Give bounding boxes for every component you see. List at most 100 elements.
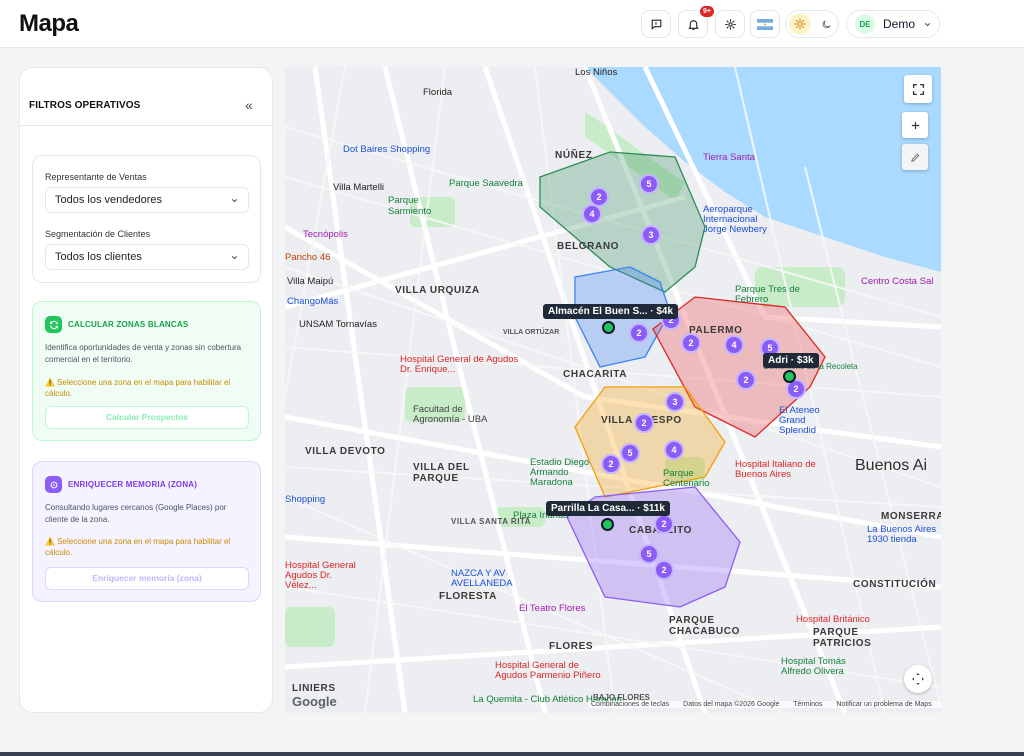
chevron-down-icon — [231, 256, 238, 260]
map-attribution: Combinaciones de teclas Datos del mapa ©… — [588, 701, 941, 708]
sun-icon[interactable] — [789, 13, 811, 35]
cluster-marker[interactable]: 5 — [639, 174, 659, 194]
report-problem-link[interactable]: Notificar un problema de Maps — [836, 701, 931, 708]
segment-select[interactable]: Todos los clientes — [45, 244, 249, 270]
map-label: Estadio Diego Armando Maradona — [530, 457, 590, 488]
cluster-marker[interactable]: 2 — [629, 323, 649, 343]
map-label: La Buenos Aires 1930 tienda — [867, 524, 937, 545]
map-label: CONSTITUCIÓN — [853, 579, 937, 590]
fullscreen-button[interactable] — [904, 75, 932, 103]
map-label: Hospital General Agudos Dr. Vélez... — [285, 560, 356, 591]
collapse-sidebar-button[interactable]: « — [245, 97, 253, 113]
map-label: Parque Tres de Febrero — [735, 284, 800, 305]
map-label: UNSAM Tornavías — [299, 319, 377, 330]
enrich-memory-button[interactable]: Enriquecer memoria (zona) — [45, 567, 249, 590]
map[interactable]: NÚÑEZ BELGRANO VILLA URQUIZA CHACARITA P… — [285, 67, 941, 713]
map-label: Centro Costa Sal — [861, 276, 934, 287]
map-label: NÚÑEZ — [555, 150, 593, 161]
enrich-memory-card: ENRIQUECER MEMORIA (ZONA) Consultando lu… — [32, 461, 261, 602]
chat-button[interactable] — [641, 10, 671, 38]
enrich-memory-warning: ⚠️ Seleccione una zona en el mapa para h… — [45, 537, 231, 557]
white-zones-card: CALCULAR ZONAS BLANCAS Identifica oportu… — [32, 301, 261, 441]
sales-rep-label: Representante de Ventas — [45, 172, 147, 182]
map-label: Tecnópolis — [303, 229, 348, 240]
argentina-flag-icon — [757, 18, 773, 30]
map-label: Villa Martelli — [333, 182, 385, 193]
draw-button[interactable] — [902, 144, 928, 170]
enrich-memory-description: Consultando lugares cercanos (Google Pla… — [45, 503, 227, 524]
terms-link[interactable]: Términos — [793, 701, 822, 708]
map-label: VILLA DEVOTO — [305, 446, 386, 457]
map-label: ChangoMás — [287, 296, 339, 307]
map-label: Shopping — [285, 494, 326, 505]
fullscreen-icon — [912, 83, 924, 95]
cluster-marker[interactable]: 2 — [736, 370, 756, 390]
user-menu[interactable]: DE Demo — [846, 10, 940, 38]
cluster-marker[interactable]: 2 — [654, 514, 674, 534]
map-label: El Ateneo Grand Splendid — [779, 405, 820, 436]
segment-value: Todos los clientes — [55, 251, 142, 263]
cluster-marker[interactable]: 5 — [620, 443, 640, 463]
cluster-marker[interactable]: 2 — [601, 454, 621, 474]
cluster-marker[interactable]: 4 — [724, 335, 744, 355]
settings-button[interactable] — [715, 10, 745, 38]
filters-sidebar: FILTROS OPERATIVOS « Representante de Ve… — [19, 67, 273, 713]
white-zones-description: Identifica oportunidades de venta y zona… — [45, 343, 242, 364]
client-label[interactable]: Parrilla La Casa... · $11k — [546, 501, 670, 516]
client-pin[interactable] — [602, 321, 615, 334]
avatar: DE — [855, 14, 875, 34]
map-label: Tierra Santa — [703, 152, 755, 163]
sales-rep-select[interactable]: Todos los vendedores — [45, 187, 249, 213]
bottom-strip — [0, 752, 1024, 756]
cluster-marker[interactable]: 2 — [681, 333, 701, 353]
white-zones-title: CALCULAR ZONAS BLANCAS — [68, 320, 189, 329]
map-label: Facultad de Agronomía - UBA — [413, 404, 488, 425]
cluster-marker[interactable]: 2 — [634, 413, 654, 433]
top-bar: Mapa 9+ DE Demo — [0, 0, 1024, 48]
cluster-marker[interactable]: 4 — [582, 204, 602, 224]
client-pin[interactable] — [783, 370, 796, 383]
divider — [20, 125, 272, 126]
user-name: Demo — [883, 17, 916, 31]
app-title: Mapa — [19, 10, 79, 37]
map-label: MONSERRAT — [881, 511, 941, 522]
chevron-down-icon — [231, 199, 238, 203]
keyboard-shortcuts-link[interactable]: Combinaciones de teclas — [591, 701, 669, 708]
map-label: Hospital General de Agudos Dr. Enrique..… — [400, 354, 519, 375]
map-label: Parque Sarmiento — [388, 195, 432, 217]
calculate-prospects-button[interactable]: Calcular Prospectos — [45, 406, 249, 429]
segment-label: Segmentación de Clientes — [45, 229, 151, 239]
map-label: Hospital Británico — [796, 614, 870, 625]
map-label: FLORESTA — [439, 591, 497, 602]
map-label: Parque Centenario — [663, 468, 710, 489]
theme-toggle[interactable] — [785, 10, 839, 38]
cluster-marker[interactable]: 4 — [664, 440, 684, 460]
gear-icon — [724, 18, 736, 30]
language-button[interactable] — [750, 10, 780, 38]
map-label: BELGRANO — [557, 241, 620, 252]
client-label[interactable]: Adri · $3k — [763, 353, 819, 368]
map-label: Villa Maipú — [287, 276, 334, 287]
map-label: CHACARITA — [563, 369, 628, 380]
cluster-marker[interactable]: 3 — [665, 392, 685, 412]
zoom-in-button[interactable] — [902, 112, 928, 138]
pan-control[interactable] — [904, 665, 932, 693]
map-label: Parque Saavedra — [449, 178, 523, 189]
client-pin[interactable] — [601, 518, 614, 531]
bell-icon — [688, 19, 698, 30]
white-zones-warning: ⚠️ Seleccione una zona en el mapa para h… — [45, 378, 231, 398]
chevron-down-icon — [924, 22, 931, 26]
chat-icon — [651, 19, 661, 29]
notifications-button[interactable]: 9+ — [678, 6, 714, 38]
cluster-marker[interactable]: 2 — [654, 560, 674, 580]
map-label: FLORES — [549, 641, 594, 652]
map-label: El Teatro Flores — [519, 603, 586, 614]
map-label: VILLA ORTÚZAR — [503, 329, 560, 336]
cluster-marker[interactable]: 5 — [639, 544, 659, 564]
pencil-icon — [910, 153, 919, 162]
map-label: Hospital Tomás Alfredo Olivera — [781, 656, 846, 677]
client-label[interactable]: Almacén El Buen S... · $4k — [543, 304, 679, 319]
moon-icon[interactable] — [815, 13, 837, 35]
cluster-marker[interactable]: 3 — [641, 225, 661, 245]
move-icon — [912, 673, 924, 685]
